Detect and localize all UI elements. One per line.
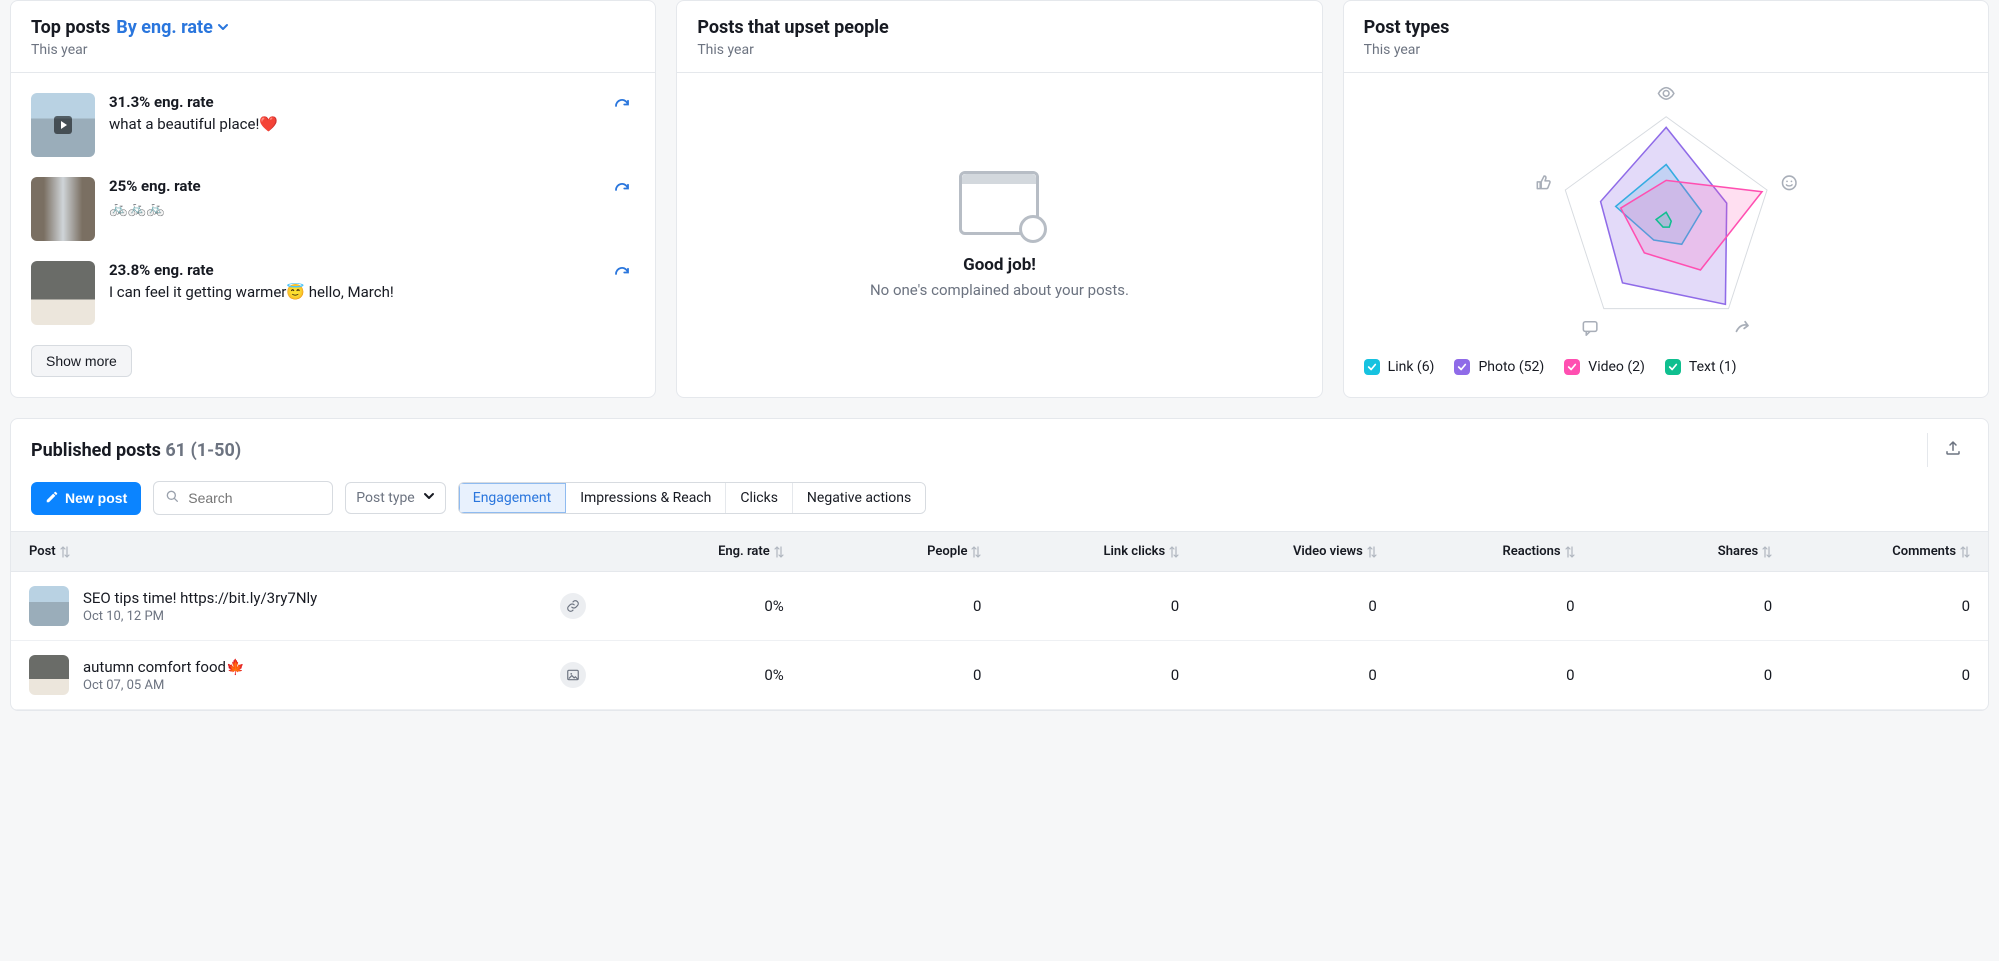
cell-reactions: 0 <box>1395 641 1593 710</box>
metric-tab[interactable]: Negative actions <box>793 483 925 513</box>
post-thumbnail <box>31 93 95 157</box>
top-post-item[interactable]: 25% eng. rate 🚲🚲🚲 <box>23 167 643 251</box>
column-header[interactable]: Video views <box>1197 532 1395 572</box>
column-header[interactable]: Reactions <box>1395 532 1593 572</box>
column-header[interactable]: Shares <box>1593 532 1791 572</box>
cell-video-views: 0 <box>1197 572 1395 641</box>
upset-sub: No one's complained about your posts. <box>870 281 1129 299</box>
legend-item[interactable]: Text (1) <box>1665 359 1737 375</box>
upset-period: This year <box>697 42 1301 58</box>
column-header[interactable]: People <box>802 532 1000 572</box>
post-type-select[interactable]: Post type <box>345 482 446 514</box>
chevron-down-icon <box>423 490 435 506</box>
sort-icon <box>1367 546 1377 558</box>
top-posts-title: Top posts <box>31 17 110 38</box>
refresh-icon[interactable] <box>609 261 635 287</box>
upset-title: Posts that upset people <box>697 17 1301 38</box>
new-post-button[interactable]: New post <box>31 482 141 515</box>
sort-icon <box>971 546 981 558</box>
sort-icon <box>1169 546 1179 558</box>
search-input-wrapper[interactable] <box>153 481 333 515</box>
table-row[interactable]: SEO tips time! https://bit.ly/3ry7Nly Oc… <box>11 572 1988 641</box>
post-types-title: Post types <box>1364 17 1968 38</box>
post-types-period: This year <box>1364 42 1968 58</box>
column-header[interactable]: Link clicks <box>999 532 1197 572</box>
cell-comments: 0 <box>1790 641 1988 710</box>
pencil-icon <box>45 490 59 507</box>
post-thumbnail <box>29 655 69 695</box>
search-input[interactable] <box>188 490 369 506</box>
sort-icon <box>1960 546 1970 558</box>
cell-shares: 0 <box>1593 572 1791 641</box>
column-header[interactable]: Post <box>11 532 604 572</box>
search-icon <box>164 488 180 508</box>
sort-icon <box>774 546 784 558</box>
checkbox-icon <box>1364 359 1380 375</box>
cell-eng-rate: 0% <box>604 572 802 641</box>
metric-tab[interactable]: Clicks <box>726 483 793 513</box>
link-icon <box>560 593 586 619</box>
cell-link-clicks: 0 <box>999 572 1197 641</box>
legend-item[interactable]: Link (6) <box>1364 359 1435 375</box>
cell-reactions: 0 <box>1395 572 1593 641</box>
post-caption: I can feel it getting warmer😇 hello, Mar… <box>109 283 595 301</box>
radar-chart <box>1364 83 1968 353</box>
cell-people: 0 <box>802 572 1000 641</box>
top-posts-sort-dropdown[interactable]: By eng. rate <box>116 17 229 38</box>
refresh-icon[interactable] <box>609 177 635 203</box>
table-row[interactable]: autumn comfort food🍁 Oct 07, 05 AM 0% 0 … <box>11 641 1988 710</box>
cell-eng-rate: 0% <box>604 641 802 710</box>
chevron-down-icon <box>217 17 229 38</box>
metric-tab[interactable]: Engagement <box>459 483 566 513</box>
top-posts-header: Top posts By eng. rate This year <box>11 1 655 73</box>
post-eng-rate: 23.8% eng. rate <box>109 261 595 279</box>
published-title: Published posts <box>31 440 161 461</box>
post-thumbnail <box>31 261 95 325</box>
cell-shares: 0 <box>1593 641 1791 710</box>
good-job-icon <box>959 171 1039 235</box>
video-play-icon <box>54 116 72 134</box>
cell-comments: 0 <box>1790 572 1988 641</box>
checkbox-icon <box>1665 359 1681 375</box>
sort-icon <box>60 546 70 558</box>
post-caption: what a beautiful place!❤️ <box>109 115 595 133</box>
post-caption: 🚲🚲🚲 <box>109 199 595 217</box>
post-date: Oct 10, 12 PM <box>83 609 317 624</box>
column-header[interactable]: Comments <box>1790 532 1988 572</box>
checkbox-icon <box>1564 359 1580 375</box>
post-eng-rate: 25% eng. rate <box>109 177 595 195</box>
legend-item[interactable]: Photo (52) <box>1454 359 1544 375</box>
post-title: SEO tips time! https://bit.ly/3ry7Nly <box>83 589 317 607</box>
legend-item[interactable]: Video (2) <box>1564 359 1645 375</box>
cell-people: 0 <box>802 641 1000 710</box>
post-eng-rate: 31.3% eng. rate <box>109 93 595 111</box>
metric-tab[interactable]: Impressions & Reach <box>566 483 726 513</box>
published-posts-panel: Published posts 61 (1-50) New post Post … <box>10 418 1989 711</box>
posts-table: PostEng. ratePeopleLink clicksVideo view… <box>11 531 1988 710</box>
sort-icon <box>1762 546 1772 558</box>
top-post-item[interactable]: 31.3% eng. rate what a beautiful place!❤… <box>23 83 643 167</box>
checkbox-icon <box>1454 359 1470 375</box>
upset-card: Posts that upset people This year Good j… <box>676 0 1322 398</box>
post-thumbnail <box>29 586 69 626</box>
published-count: 61 (1-50) <box>165 440 241 461</box>
post-thumbnail <box>31 177 95 241</box>
top-posts-period: This year <box>31 42 635 58</box>
metric-tabs: EngagementImpressions & ReachClicksNegat… <box>458 482 927 514</box>
upset-headline: Good job! <box>963 255 1036 275</box>
refresh-icon[interactable] <box>609 93 635 119</box>
post-title: autumn comfort food🍁 <box>83 658 245 676</box>
show-more-button[interactable]: Show more <box>31 345 132 377</box>
image-icon <box>560 662 586 688</box>
top-posts-card: Top posts By eng. rate This year 31.3% e… <box>10 0 656 398</box>
post-date: Oct 07, 05 AM <box>83 678 245 693</box>
sort-icon <box>1565 546 1575 558</box>
export-icon[interactable] <box>1927 433 1968 467</box>
column-header[interactable]: Eng. rate <box>604 532 802 572</box>
cell-link-clicks: 0 <box>999 641 1197 710</box>
cell-video-views: 0 <box>1197 641 1395 710</box>
top-post-item[interactable]: 23.8% eng. rate I can feel it getting wa… <box>23 251 643 335</box>
post-types-card: Post types This year Link (6) Photo (52)… <box>1343 0 1989 398</box>
